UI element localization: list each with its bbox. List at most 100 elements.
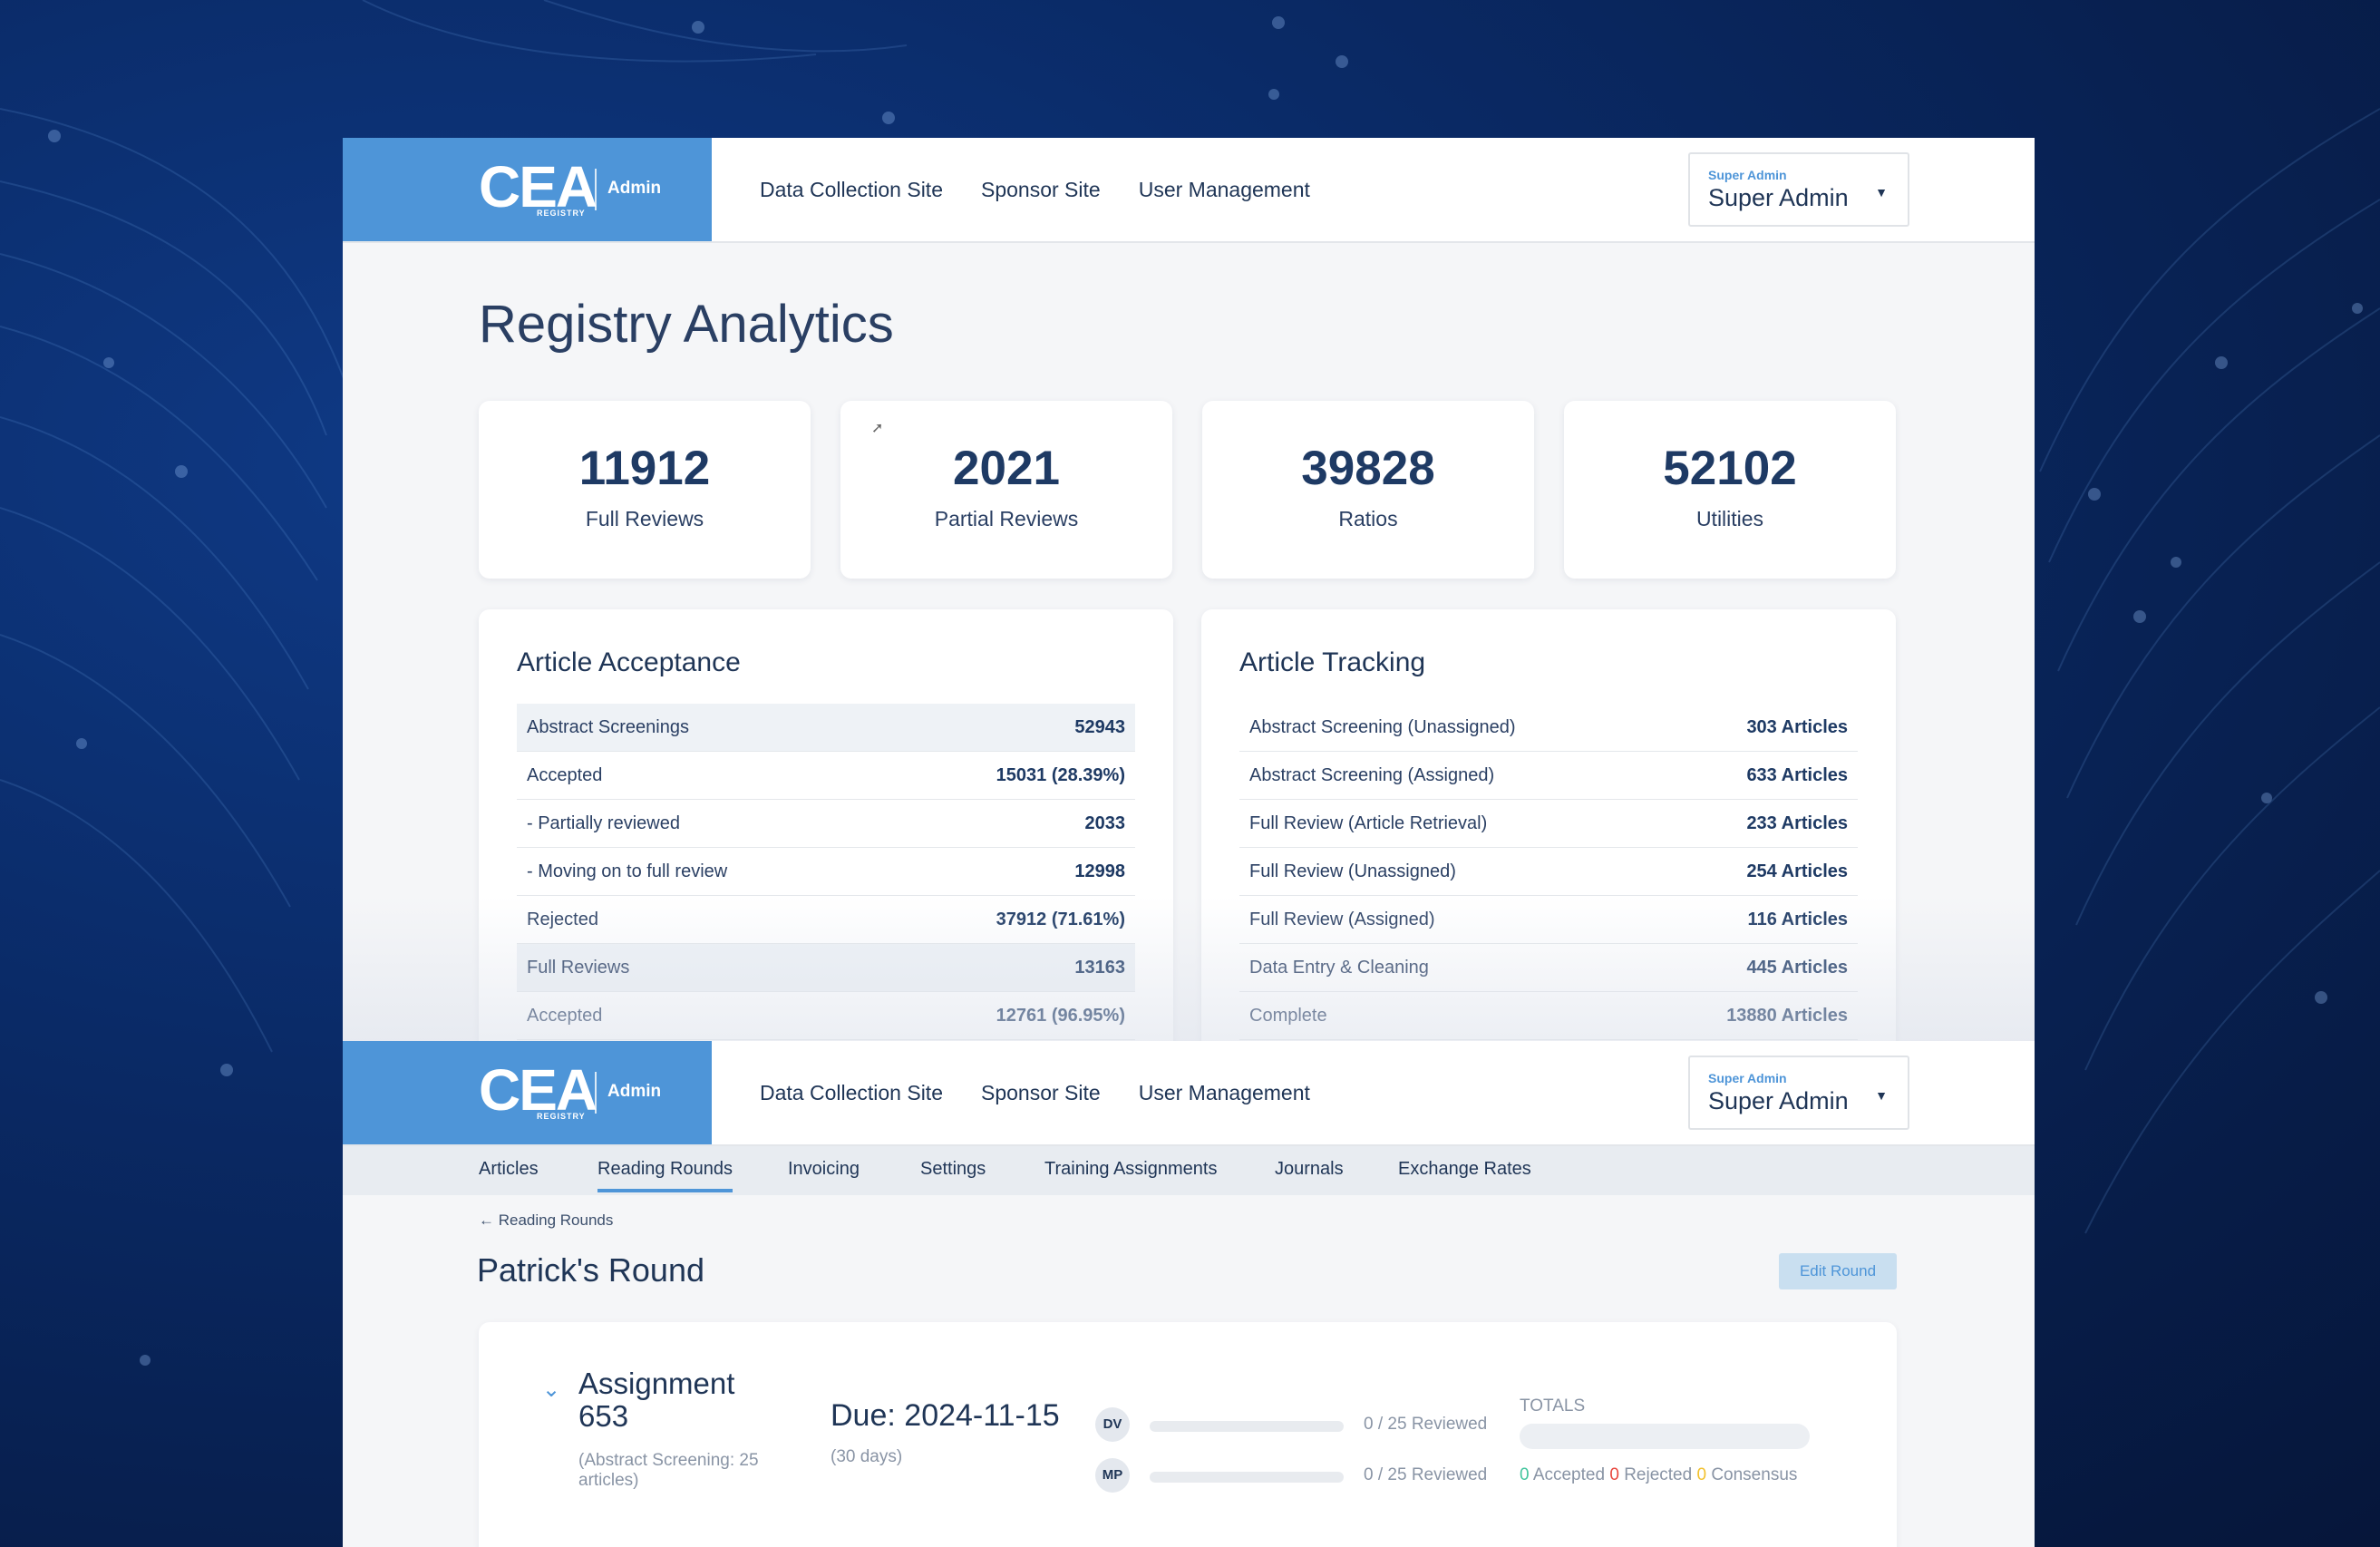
- tab-reading-rounds[interactable]: Reading Rounds: [597, 1159, 733, 1192]
- table-row: Accepted 12761 (96.95%): [517, 992, 1135, 1040]
- sub-nav: Articles Reading Rounds Invoicing Settin…: [343, 1146, 2035, 1195]
- edit-round-button[interactable]: Edit Round: [1779, 1253, 1897, 1289]
- row-label: - Partially reviewed: [527, 812, 680, 833]
- nav-user-management[interactable]: User Management: [1139, 1081, 1310, 1105]
- row-value: 52943: [1074, 716, 1125, 737]
- rejected-count: 0: [1609, 1465, 1619, 1484]
- table-row: Full Review (Assigned) 116 Articles: [1239, 896, 1858, 944]
- table-row: - Moving on to full review 12998: [517, 848, 1135, 896]
- totals-bar: [1520, 1424, 1810, 1449]
- stat-label: Full Reviews: [585, 507, 704, 530]
- tab-invoicing[interactable]: Invoicing: [788, 1159, 860, 1180]
- row-value: 303 Articles: [1746, 716, 1848, 737]
- caret-down-icon: ▼: [1875, 185, 1888, 199]
- user-menu[interactable]: Super Admin Super Admin ▼: [1688, 1056, 1909, 1130]
- row-label: Full Review (Assigned): [1249, 909, 1435, 929]
- back-link[interactable]: ← Reading Rounds: [479, 1211, 613, 1230]
- logo[interactable]: CEA REGISTRY Admin: [343, 1041, 712, 1144]
- logo[interactable]: CEA REGISTRY Admin: [343, 138, 712, 241]
- reviewer-row: MP 0 / 25 Reviewed: [1095, 1458, 1512, 1494]
- stat-value: 39828: [1301, 442, 1435, 495]
- article-acceptance-panel: Article Acceptance Abstract Screenings 52…: [479, 609, 1173, 1041]
- row-value: 13163: [1074, 957, 1125, 978]
- tab-exchange-rates[interactable]: Exchange Rates: [1398, 1159, 1531, 1180]
- mouse-cursor-icon: ➚: [871, 421, 884, 436]
- user-role: Super Admin: [1708, 1071, 1787, 1085]
- stat-label: Utilities: [1695, 507, 1764, 530]
- logo-section: Admin: [607, 179, 662, 198]
- logo-section: Admin: [607, 1082, 662, 1101]
- stat-label: Ratios: [1338, 507, 1398, 530]
- row-value: 12998: [1074, 861, 1125, 881]
- accepted-count: 0: [1520, 1465, 1530, 1484]
- tab-journals[interactable]: Journals: [1275, 1159, 1344, 1180]
- row-value: 633 Articles: [1746, 764, 1848, 785]
- logo-subtext: REGISTRY: [537, 209, 586, 218]
- tab-settings[interactable]: Settings: [920, 1159, 986, 1180]
- table-row: Abstract Screening (Unassigned) 303 Artic…: [1239, 704, 1858, 752]
- stat-label: Partial Reviews: [934, 507, 1079, 530]
- user-menu[interactable]: Super Admin Super Admin ▼: [1688, 152, 1909, 227]
- table-row: Data Entry & Cleaning 445 Articles: [1239, 944, 1858, 992]
- table-row: Complete 13880 Articles: [1239, 992, 1858, 1040]
- row-label: Abstract Screening (Unassigned): [1249, 716, 1516, 737]
- row-label: Full Review (Unassigned): [1249, 861, 1456, 881]
- row-value: 15031 (28.39%): [996, 764, 1125, 785]
- row-label: Data Entry & Cleaning: [1249, 957, 1429, 978]
- tab-training-assignments[interactable]: Training Assignments: [1044, 1159, 1217, 1180]
- consensus-count: 0: [1696, 1465, 1707, 1484]
- row-value: 13880 Articles: [1726, 1005, 1848, 1026]
- acceptance-table: Abstract Screenings 52943 Accepted 15031 (…: [517, 704, 1135, 1040]
- panel-title: Article Acceptance: [517, 647, 741, 677]
- progress-bar: [1150, 1472, 1344, 1483]
- panel-title: Article Tracking: [1239, 647, 1426, 677]
- tab-articles[interactable]: Articles: [479, 1159, 539, 1180]
- tracking-table: Abstract Screening (Unassigned) 303 Artic…: [1239, 704, 1858, 1040]
- row-label: Full Review (Article Retrieval): [1249, 812, 1488, 833]
- main-nav: Data Collection Site Sponsor Site User M…: [760, 138, 1310, 241]
- round-title: Patrick's Round: [477, 1251, 704, 1289]
- assignment-card: ⌄ Assignment 653 (Abstract Screening: 25…: [479, 1322, 1897, 1547]
- row-label: Full Reviews: [527, 957, 630, 978]
- row-label: Accepted: [527, 764, 603, 785]
- page-title: Registry Analytics: [479, 295, 894, 354]
- row-label: Abstract Screening (Assigned): [1249, 764, 1495, 785]
- nav-data-collection-site[interactable]: Data Collection Site: [760, 1081, 943, 1105]
- row-value: 37912 (71.61%): [996, 909, 1125, 929]
- reviewer-row: DV 0 / 25 Reviewed: [1095, 1407, 1512, 1444]
- reviewer-status: 0 / 25 Reviewed: [1364, 1465, 1488, 1484]
- table-row: Full Review (Unassigned) 254 Articles: [1239, 848, 1858, 896]
- reviewer-avatar: MP: [1095, 1458, 1130, 1493]
- accepted-label: Accepted: [1532, 1465, 1606, 1484]
- analytics-window: CEA REGISTRY Admin Data Collection Site …: [343, 138, 2035, 1041]
- assignment-title: Assignment 653: [578, 1367, 735, 1433]
- nav-data-collection-site[interactable]: Data Collection Site: [760, 178, 943, 202]
- due-value: 2024-11-15: [904, 1398, 1060, 1433]
- table-row: Accepted 15031 (28.39%): [517, 752, 1135, 800]
- top-bar: CEA REGISTRY Admin Data Collection Site …: [343, 138, 2035, 243]
- nav-user-management[interactable]: User Management: [1139, 178, 1310, 202]
- row-label: Abstract Screenings: [527, 716, 689, 737]
- user-role: Super Admin: [1708, 168, 1787, 182]
- row-label: - Moving on to full review: [527, 861, 728, 881]
- stat-value: 52102: [1663, 442, 1797, 495]
- nav-sponsor-site[interactable]: Sponsor Site: [981, 1081, 1101, 1105]
- main-nav: Data Collection Site Sponsor Site User M…: [760, 1041, 1310, 1144]
- stat-value: 2021: [953, 442, 1060, 495]
- stat-card-full-reviews: 11912 Full Reviews: [479, 401, 811, 579]
- table-row: Full Review (Article Retrieval) 233 Artic…: [1239, 800, 1858, 848]
- row-label: Complete: [1249, 1005, 1327, 1026]
- logo-divider: [595, 169, 597, 210]
- row-value: 12761 (96.95%): [996, 1005, 1125, 1026]
- nav-sponsor-site[interactable]: Sponsor Site: [981, 178, 1101, 202]
- row-value: 2033: [1084, 812, 1126, 833]
- table-row: Full Reviews 13163: [517, 944, 1135, 992]
- consensus-label: Consensus: [1711, 1465, 1798, 1484]
- row-label: Rejected: [527, 909, 598, 929]
- chevron-down-icon[interactable]: ⌄: [542, 1377, 560, 1403]
- logo-wordmark: CEA: [479, 1057, 597, 1123]
- rejected-label: Rejected: [1624, 1465, 1693, 1484]
- row-value: 233 Articles: [1746, 812, 1848, 833]
- due-prefix: Due:: [831, 1398, 896, 1433]
- user-name: Super Admin: [1708, 184, 1849, 211]
